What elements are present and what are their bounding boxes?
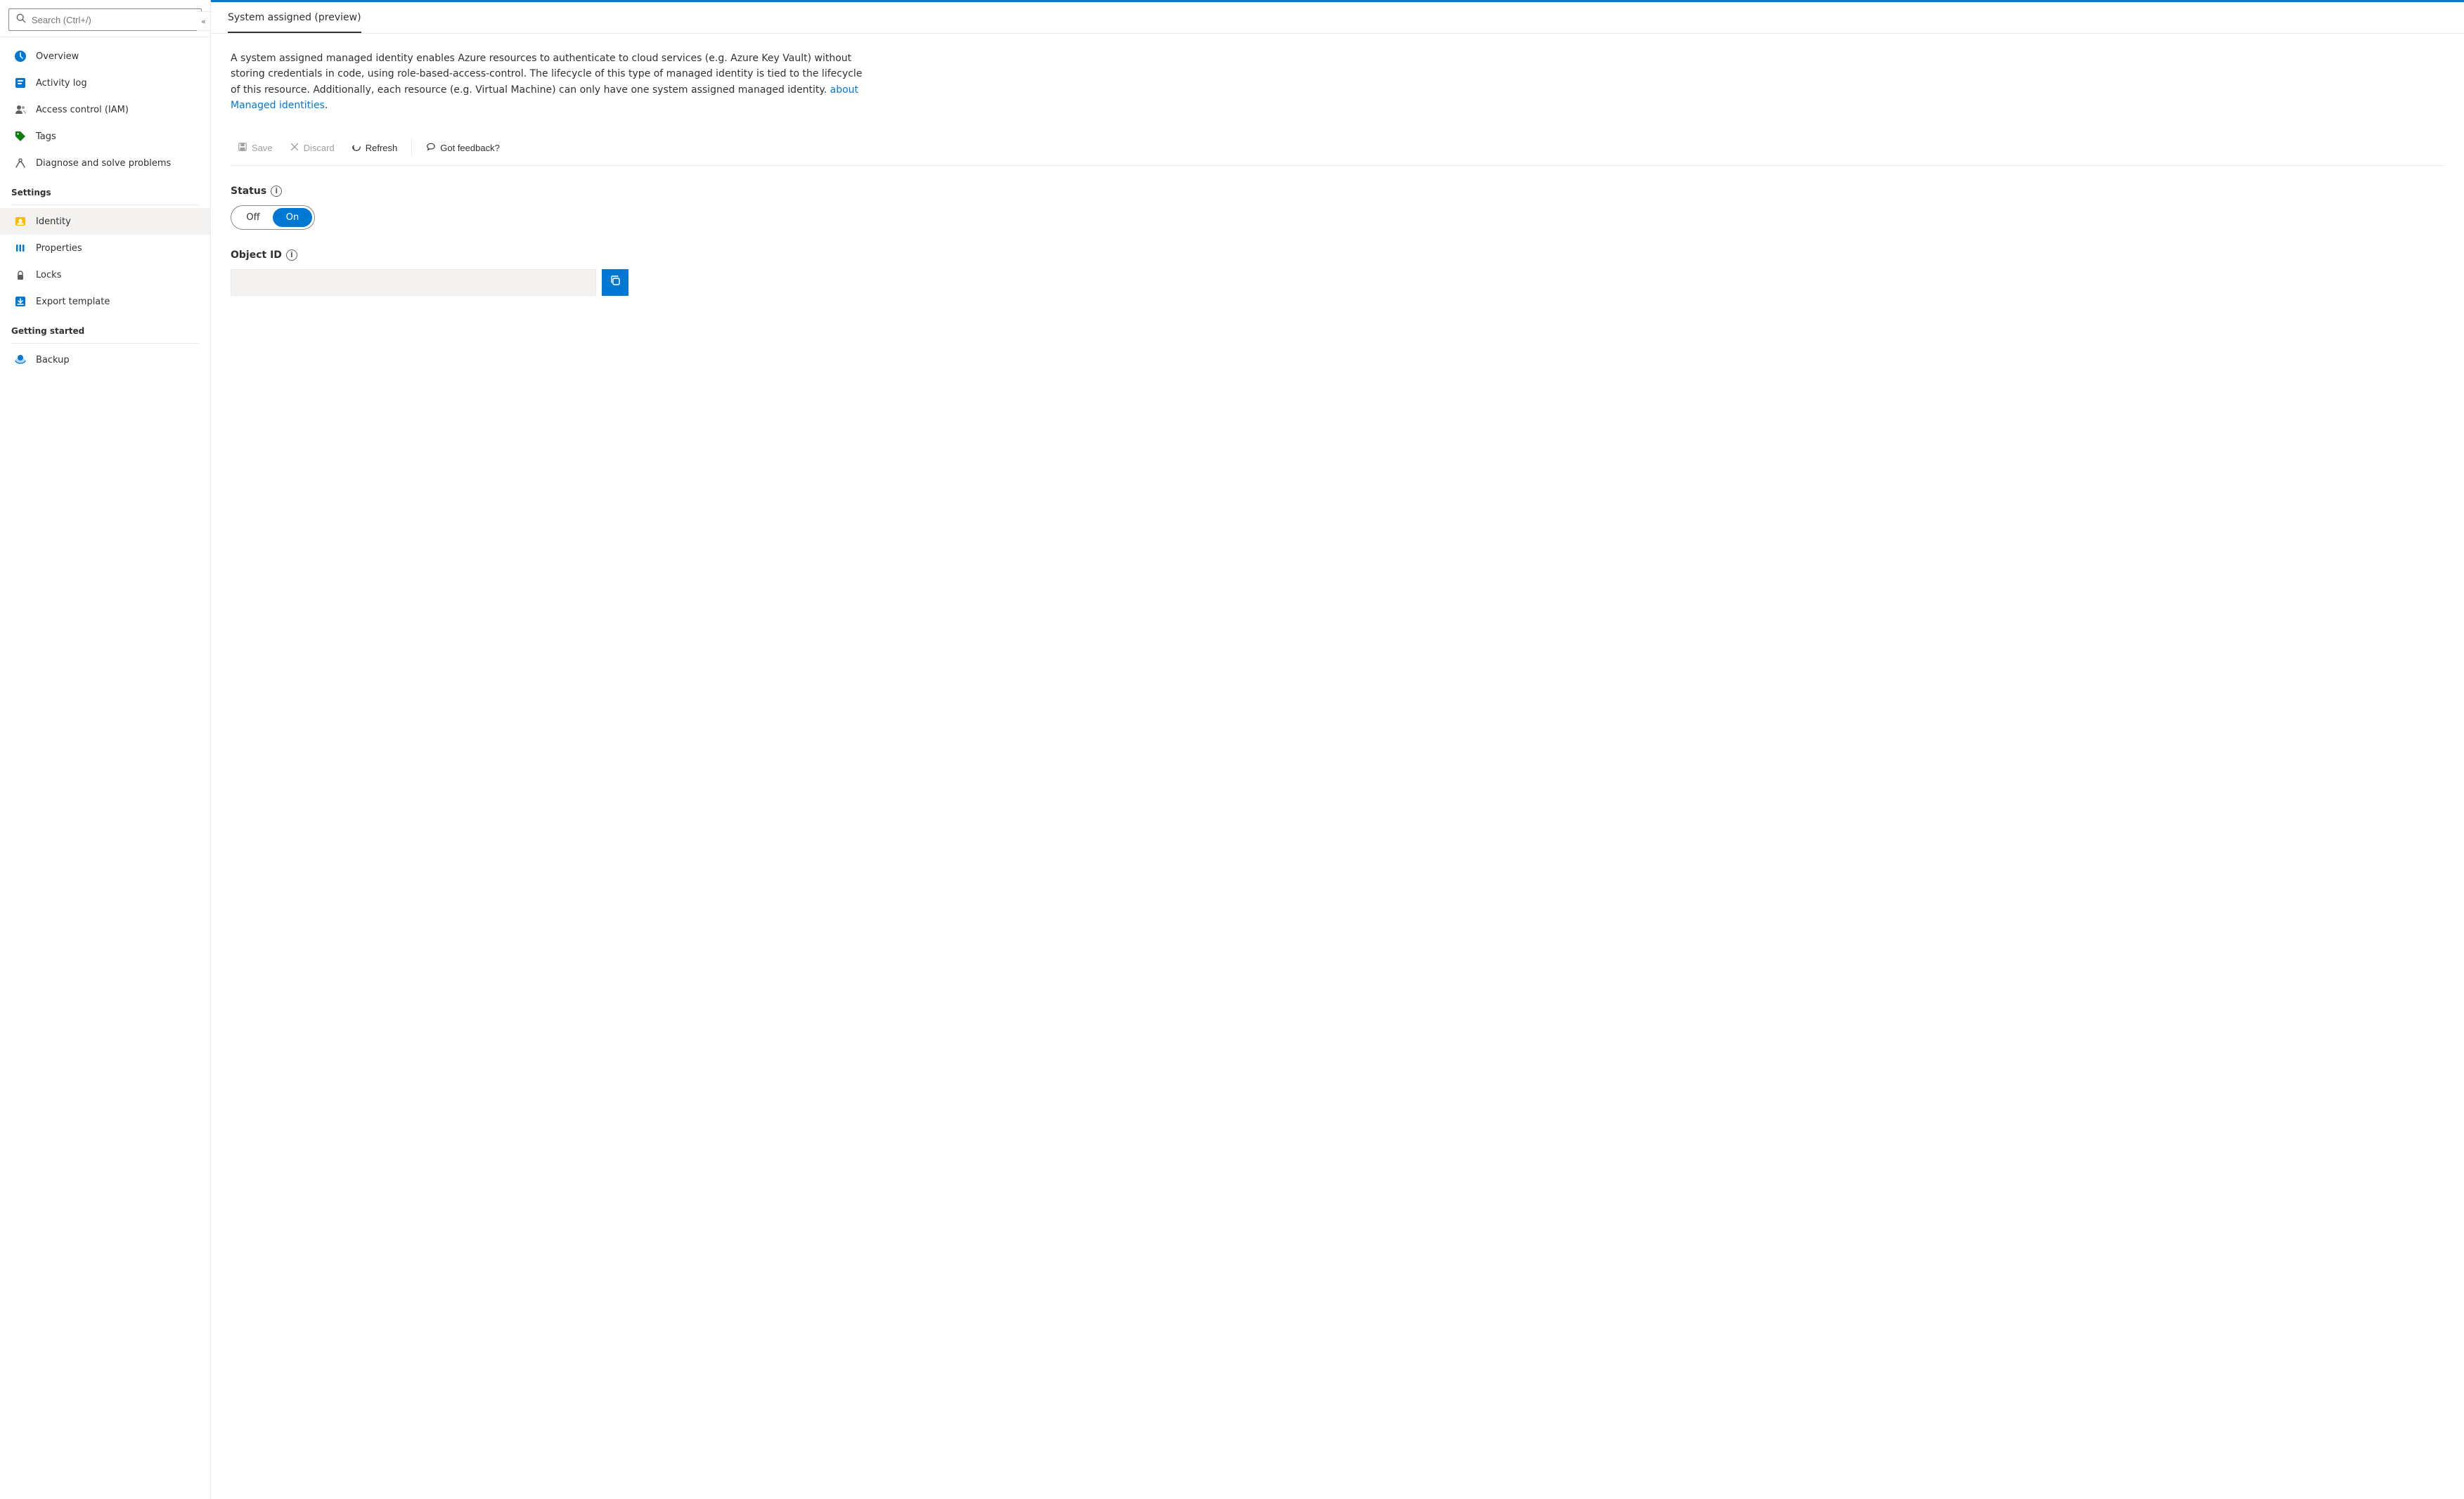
save-button[interactable]: Save <box>231 138 280 158</box>
collapse-sidebar-button[interactable]: « <box>197 11 211 31</box>
sidebar-item-overview[interactable]: Overview <box>0 43 210 70</box>
sidebar-item-locks-label: Locks <box>36 270 61 280</box>
activity-log-icon <box>13 76 27 90</box>
sidebar-item-properties-label: Properties <box>36 243 82 254</box>
toolbar: Save Discard Refresh Got feedback? <box>231 131 2444 166</box>
status-label: Status <box>231 186 266 197</box>
sidebar-item-activity-log[interactable]: Activity log <box>0 70 210 96</box>
feedback-label: Got feedback? <box>440 143 500 153</box>
access-control-icon <box>13 103 27 117</box>
diagnose-icon <box>13 156 27 170</box>
tags-icon <box>13 129 27 143</box>
sidebar-item-diagnose[interactable]: Diagnose and solve problems <box>0 150 210 176</box>
object-id-section: Object ID i <box>231 249 2444 296</box>
sidebar-item-export-template[interactable]: Export template <box>0 288 210 315</box>
feedback-button[interactable]: Got feedback? <box>419 138 507 158</box>
save-label: Save <box>252 143 273 153</box>
main-content-area: System assigned (preview) A system assig… <box>211 0 2464 1499</box>
discard-button[interactable]: Discard <box>283 138 342 158</box>
save-icon <box>238 142 247 154</box>
refresh-icon <box>351 142 361 154</box>
toggle-on-option: On <box>273 208 312 227</box>
settings-section-header: Settings <box>0 176 210 202</box>
sidebar: Overview Activity log Access control (IA… <box>0 0 211 1499</box>
identity-icon <box>13 214 27 228</box>
getting-started-divider <box>11 343 199 344</box>
discard-icon <box>290 142 299 154</box>
refresh-label: Refresh <box>366 143 398 153</box>
copy-object-id-button[interactable] <box>602 269 628 296</box>
properties-icon <box>13 241 27 255</box>
object-id-info-icon: i <box>286 249 297 261</box>
status-section: Status i Off On <box>231 186 2444 230</box>
sidebar-item-activity-log-label: Activity log <box>36 78 87 89</box>
description-text: A system assigned managed identity enabl… <box>231 51 863 114</box>
sidebar-nav: Overview Activity log Access control (IA… <box>0 37 210 1499</box>
sidebar-item-backup-label: Backup <box>36 355 70 365</box>
sidebar-item-overview-label: Overview <box>36 51 79 62</box>
status-label-row: Status i <box>231 186 2444 197</box>
object-id-row <box>231 269 2444 296</box>
sidebar-item-properties[interactable]: Properties <box>0 235 210 261</box>
object-id-label: Object ID <box>231 249 282 261</box>
sidebar-item-identity[interactable]: Identity <box>0 208 210 235</box>
status-toggle[interactable]: Off On <box>231 205 315 230</box>
overview-icon <box>13 49 27 63</box>
sidebar-item-access-control[interactable]: Access control (IAM) <box>0 96 210 123</box>
getting-started-section-header: Getting started <box>0 315 210 340</box>
main-content: A system assigned managed identity enabl… <box>211 34 2464 1499</box>
backup-icon <box>13 353 27 367</box>
search-icon <box>16 13 26 26</box>
search-input[interactable] <box>32 15 194 25</box>
sidebar-item-export-template-label: Export template <box>36 297 110 307</box>
sidebar-item-locks[interactable]: Locks <box>0 261 210 288</box>
feedback-icon <box>426 142 436 154</box>
sidebar-item-tags[interactable]: Tags <box>0 123 210 150</box>
sidebar-item-diagnose-label: Diagnose and solve problems <box>36 158 171 169</box>
search-inner <box>8 8 202 31</box>
object-id-label-row: Object ID i <box>231 249 2444 261</box>
discard-label: Discard <box>304 143 335 153</box>
tab-system-assigned[interactable]: System assigned (preview) <box>228 2 361 33</box>
sidebar-item-access-control-label: Access control (IAM) <box>36 105 129 115</box>
toggle-off-option: Off <box>233 208 273 227</box>
sidebar-item-backup[interactable]: Backup <box>0 346 210 373</box>
sidebar-item-tags-label: Tags <box>36 131 56 142</box>
refresh-button[interactable]: Refresh <box>344 138 405 158</box>
sidebar-item-identity-label: Identity <box>36 216 71 227</box>
status-info-icon: i <box>271 186 282 197</box>
copy-icon <box>609 275 621 290</box>
tabs-bar: System assigned (preview) <box>211 2 2464 34</box>
search-container <box>0 0 210 37</box>
managed-identities-link[interactable]: about Managed identities <box>231 84 858 111</box>
locks-icon <box>13 268 27 282</box>
object-id-input[interactable] <box>231 269 596 296</box>
toolbar-divider <box>411 139 412 156</box>
status-toggle-container: Off On <box>231 205 2444 230</box>
export-template-icon <box>13 294 27 309</box>
